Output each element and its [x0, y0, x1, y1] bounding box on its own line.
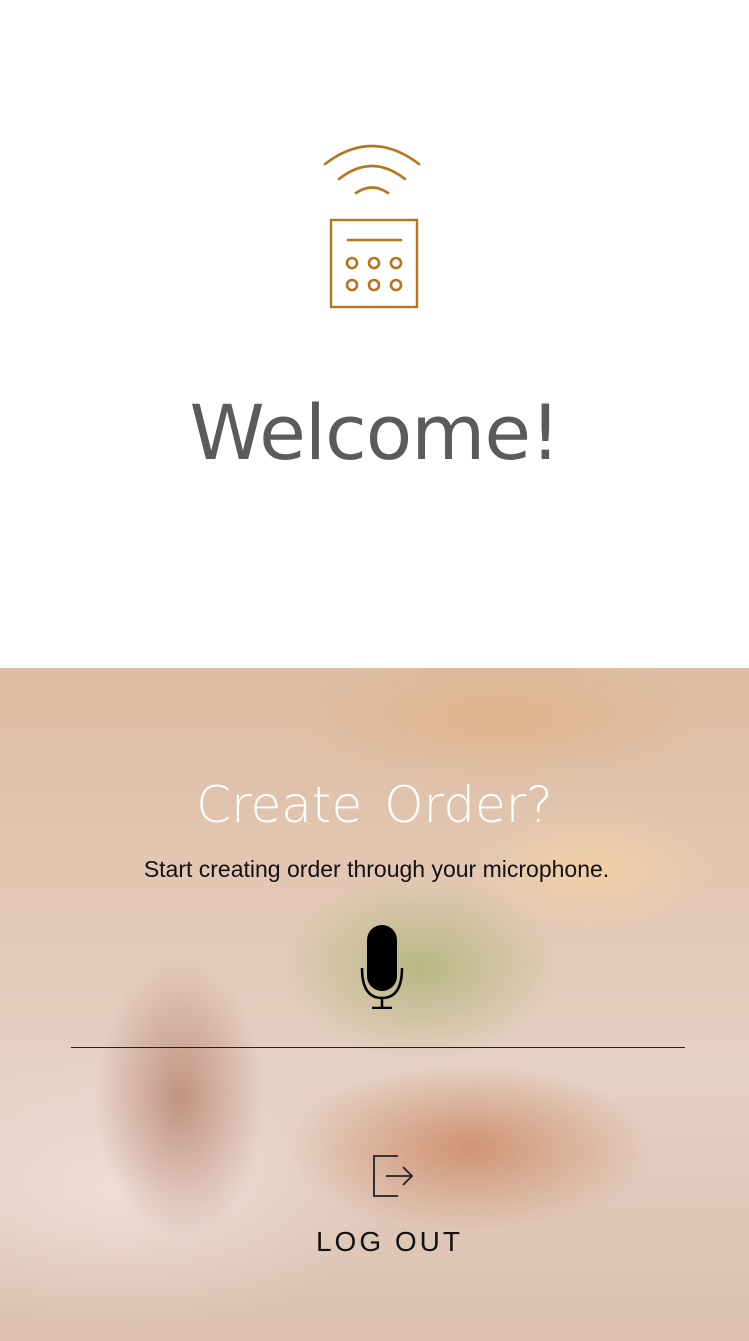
divider: [71, 1047, 685, 1048]
logout-button[interactable]: LOG OUT: [0, 1226, 749, 1258]
create-order-title: Create Order?: [196, 776, 553, 834]
wireless-remote-icon: [323, 144, 421, 309]
welcome-section: Welcome!: [0, 0, 749, 668]
create-order-section: Create Order? Start creating order throu…: [0, 668, 749, 1341]
microphone-icon[interactable]: [360, 923, 404, 1009]
create-order-subtitle: Start creating order through your microp…: [143, 856, 610, 882]
welcome-title: Welcome!: [189, 388, 560, 477]
logout-icon[interactable]: [372, 1154, 416, 1198]
